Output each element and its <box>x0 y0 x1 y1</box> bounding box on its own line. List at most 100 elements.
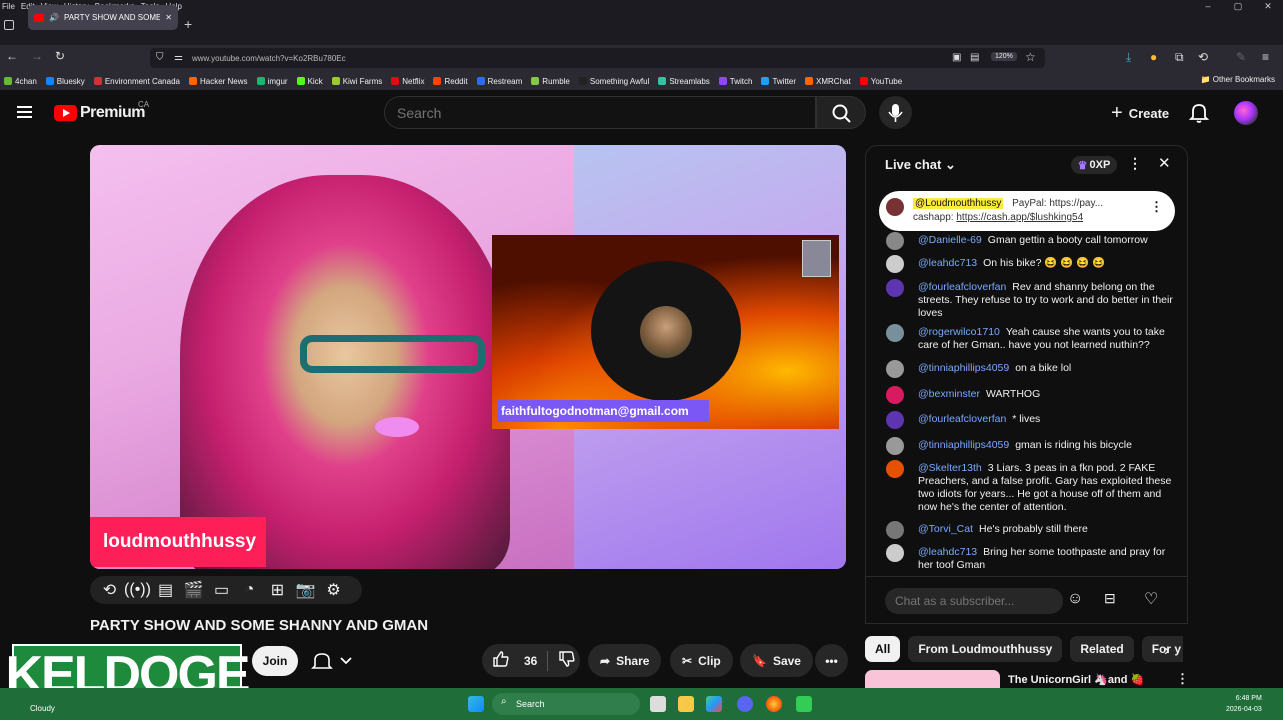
chat-author[interactable]: @bexminster <box>918 388 980 400</box>
clip-button[interactable]: ✂ Clip <box>670 644 733 677</box>
bookmark-item[interactable]: Restream <box>476 77 522 86</box>
super-chat-icon[interactable]: ⊟ <box>1104 590 1116 607</box>
chat-author[interactable]: @fourleafcloverfan <box>918 413 1006 425</box>
voice-search-button[interactable] <box>879 96 912 129</box>
minimize-icon[interactable]: – <box>1193 0 1223 12</box>
bookmark-item[interactable]: Something Awful <box>578 77 649 86</box>
more-actions-button[interactable]: ••• <box>815 644 848 677</box>
bookmark-item[interactable]: YouTube <box>859 77 902 86</box>
chat-author[interactable]: @rogerwilco1710 <box>918 326 1000 338</box>
browser-tab-active[interactable]: 🔊 PARTY SHOW AND SOME SHANNY ✕ <box>28 5 178 30</box>
other-bookmarks[interactable]: 📁 Other Bookmarks <box>1201 75 1275 84</box>
profile-sync-icon[interactable]: ⟲ <box>1198 50 1208 64</box>
create-button[interactable]: + Create <box>1103 96 1177 130</box>
reader-view-icon[interactable]: ▤ <box>970 52 979 63</box>
theater-mode-icon[interactable]: ▭ <box>212 581 231 600</box>
chat-author[interactable]: @Skelter13th <box>918 462 982 474</box>
search-input[interactable] <box>384 96 816 129</box>
search-button[interactable] <box>816 96 866 129</box>
zoom-level[interactable]: 120% <box>991 52 1017 61</box>
save-button[interactable]: 🔖 Save <box>740 644 813 677</box>
taskbar-clock[interactable]: 6:48 PM 2026-04-03 <box>1226 693 1262 715</box>
extension-disabled-icon[interactable]: ✎ <box>1236 50 1246 64</box>
chip-all[interactable]: All <box>865 636 901 662</box>
task-view-icon[interactable] <box>650 696 666 712</box>
close-chat-icon[interactable]: ✕ <box>1158 154 1171 172</box>
file-explorer-icon[interactable] <box>678 696 694 712</box>
chat-author[interactable]: @leahdc713 <box>918 546 977 558</box>
bookmark-item[interactable]: Kiwi Farms <box>331 77 382 86</box>
reload-icon[interactable]: ↻ <box>55 49 65 63</box>
chat-message[interactable]: @bexminster WARTHOG <box>885 386 1175 404</box>
xp-badge[interactable]: ♛ 0XP <box>1071 156 1117 174</box>
related-video-title[interactable]: The UnicornGirl 🦄and 🍓 <box>1008 673 1144 686</box>
chat-author[interactable]: @Danielle-69 <box>918 234 982 246</box>
start-windows-icon[interactable] <box>468 696 484 712</box>
bookmark-star-icon[interactable]: ☆ <box>1025 50 1036 64</box>
back-icon[interactable]: ← <box>6 49 18 63</box>
bookmark-item[interactable]: Environment Canada <box>93 77 180 86</box>
share-button[interactable]: ➦ Share <box>588 644 662 677</box>
site-settings-icon[interactable]: ⚌ <box>174 52 183 63</box>
chip-from-channel[interactable]: From Loudmouthhussy <box>908 636 1063 662</box>
chat-author[interactable]: @leahdc713 <box>918 257 977 269</box>
user-avatar[interactable] <box>1234 101 1258 125</box>
bookmark-item[interactable]: Bluesky <box>45 77 85 86</box>
chat-message[interactable]: @leahdc713 Bring her some toothpaste and … <box>885 544 1175 572</box>
taskbar-search[interactable]: ⌕ Search <box>492 693 640 715</box>
url-bar[interactable]: www.youtube.com/watch?v=Ko2RBu780Ec <box>150 48 1045 68</box>
bookmark-item[interactable]: imgur <box>256 77 288 86</box>
bookmark-item[interactable]: Hacker News <box>188 77 248 86</box>
chat-message[interactable]: @tinniaphillips4059 on a bike lol <box>885 360 1175 378</box>
download-icon[interactable]: ⤓ <box>1126 50 1131 65</box>
shield-icon[interactable]: ⛉ <box>156 52 164 63</box>
add-frame-icon[interactable]: ⊞ <box>268 581 287 600</box>
clapper-icon[interactable]: 🎬 <box>184 581 204 600</box>
weather-label[interactable]: Cloudy <box>30 704 55 713</box>
bookmark-item[interactable]: Kick <box>296 77 323 86</box>
chat-message[interactable]: @fourleafcloverfan * lives <box>885 411 1175 429</box>
join-button[interactable]: Join <box>252 646 298 676</box>
maximize-icon[interactable]: ▢ <box>1223 0 1253 12</box>
bookmark-item[interactable]: XMRChat <box>805 77 851 86</box>
chip-related[interactable]: Related <box>1070 636 1134 662</box>
chat-author[interactable]: @tinniaphillips4059 <box>918 362 1009 374</box>
speed-icon[interactable]: ◔ <box>240 581 259 600</box>
autoplay-icon[interactable]: ▤ <box>156 581 175 600</box>
bookmark-item[interactable]: 4chan <box>4 77 37 86</box>
chat-input[interactable] <box>885 588 1063 614</box>
bookmark-item[interactable]: Streamlabs <box>658 77 710 86</box>
bookmark-item[interactable]: Twitch <box>718 77 752 86</box>
extensions-icon[interactable]: ⧉ <box>1175 50 1184 65</box>
chat-author[interactable]: @tinniaphillips4059 <box>918 439 1009 451</box>
related-more-icon[interactable]: ⋮ <box>1176 671 1189 687</box>
app-menu-icon[interactable]: ≡ <box>1262 50 1269 64</box>
chat-author[interactable]: @fourleafcloverfan <box>918 281 1006 293</box>
chat-message[interactable]: @tinniaphillips4059 gman is riding his bi… <box>885 437 1175 455</box>
subscription-bell-button[interactable] <box>306 646 366 676</box>
pinned-more-icon[interactable]: ⋮ <box>1150 200 1163 214</box>
notifications-button[interactable] <box>1187 100 1211 124</box>
pinned-message[interactable]: @Loudmouthhussy PayPal: https://pay... c… <box>879 191 1175 231</box>
chat-message[interactable]: @Skelter13th 3 Liars. 3 peas in a fkn pod… <box>885 460 1175 514</box>
chat-message[interactable]: @Torvi_Cat He's probably still there <box>885 521 1175 539</box>
youtube-logo-icon[interactable] <box>54 105 77 121</box>
new-tab-icon[interactable]: + <box>184 16 192 32</box>
pinned-link[interactable]: https://cash.app/$lushking54 <box>956 212 1083 223</box>
extension-cookie-icon[interactable]: ● <box>1150 50 1157 64</box>
chat-message[interactable]: @rogerwilco1710 Yeah cause she wants you … <box>885 324 1175 352</box>
bookmark-item[interactable]: Rumble <box>531 77 570 86</box>
speaker-icon[interactable]: 🔊 <box>49 13 59 22</box>
close-tab-icon[interactable]: ✕ <box>165 13 172 22</box>
chip-for-you[interactable]: For y <box>1141 636 1183 662</box>
discord-icon[interactable] <box>737 696 753 712</box>
chevron-right-icon[interactable]: › <box>1164 642 1169 660</box>
tab-overview-icon[interactable] <box>4 20 14 30</box>
menu-file[interactable]: File <box>2 2 15 11</box>
chat-message[interactable]: @Danielle-69 Gman gettin a booty call tom… <box>885 232 1175 250</box>
hamburger-menu-icon[interactable] <box>17 106 32 118</box>
close-window-icon[interactable]: ✕ <box>1253 0 1283 12</box>
like-button[interactable] <box>492 650 514 671</box>
copilot-icon[interactable] <box>706 696 722 712</box>
youtube-premium-logo-text[interactable]: Premium <box>80 104 145 122</box>
